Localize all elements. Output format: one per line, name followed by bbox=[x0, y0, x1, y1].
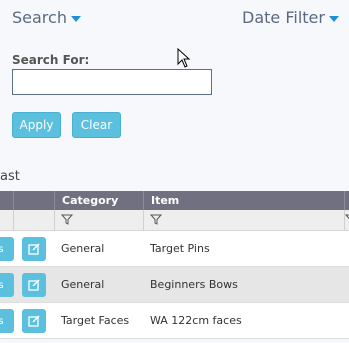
edit-button[interactable] bbox=[22, 309, 46, 333]
column-header-blank bbox=[13, 191, 54, 210]
filter-icon[interactable] bbox=[61, 214, 73, 225]
search-input[interactable] bbox=[12, 69, 212, 95]
edit-icon bbox=[28, 315, 40, 327]
filter-cell bbox=[13, 210, 54, 230]
caret-down-icon bbox=[328, 16, 339, 22]
filter-cell-next bbox=[344, 210, 349, 230]
column-header-item[interactable]: Item bbox=[143, 191, 344, 210]
search-toggle-label: Search bbox=[12, 8, 67, 27]
column-header-category[interactable]: Category bbox=[54, 191, 143, 210]
section-title: ast bbox=[0, 169, 20, 184]
item-cell: WA 122cm faces bbox=[150, 314, 242, 327]
column-header-next bbox=[344, 191, 349, 210]
category-cell: General bbox=[61, 242, 105, 255]
filter-icon[interactable] bbox=[345, 214, 349, 225]
row-action-button[interactable]: s bbox=[0, 273, 14, 297]
edit-button[interactable] bbox=[22, 273, 46, 297]
table-row: s General Beginners Bows bbox=[0, 267, 349, 303]
item-cell: Beginners Bows bbox=[150, 278, 238, 291]
caret-down-icon bbox=[70, 16, 81, 22]
item-cell: Target Pins bbox=[150, 242, 210, 255]
filter-cell-category bbox=[54, 210, 143, 230]
row-action-button[interactable]: s bbox=[0, 237, 14, 261]
table-header: Category Item bbox=[0, 191, 349, 210]
mouse-cursor-icon bbox=[177, 48, 191, 68]
filter-cell-item bbox=[143, 210, 344, 230]
category-cell: General bbox=[61, 278, 105, 291]
date-filter-toggle[interactable]: Date Filter bbox=[242, 8, 339, 27]
filter-row bbox=[0, 210, 349, 231]
edit-button[interactable] bbox=[22, 237, 46, 261]
date-filter-label: Date Filter bbox=[242, 8, 325, 27]
table-row: s General Target Pins bbox=[0, 231, 349, 267]
table-row: s Target Faces WA 122cm faces bbox=[0, 303, 349, 339]
row-action-button[interactable]: s bbox=[0, 309, 14, 333]
apply-button[interactable]: Apply bbox=[12, 112, 61, 138]
search-toggle[interactable]: Search bbox=[12, 8, 81, 27]
edit-icon bbox=[28, 279, 40, 291]
category-cell: Target Faces bbox=[61, 314, 130, 327]
search-for-label: Search For: bbox=[12, 53, 90, 67]
filter-icon[interactable] bbox=[150, 214, 162, 225]
clear-button[interactable]: Clear bbox=[72, 112, 121, 138]
edit-icon bbox=[28, 243, 40, 255]
